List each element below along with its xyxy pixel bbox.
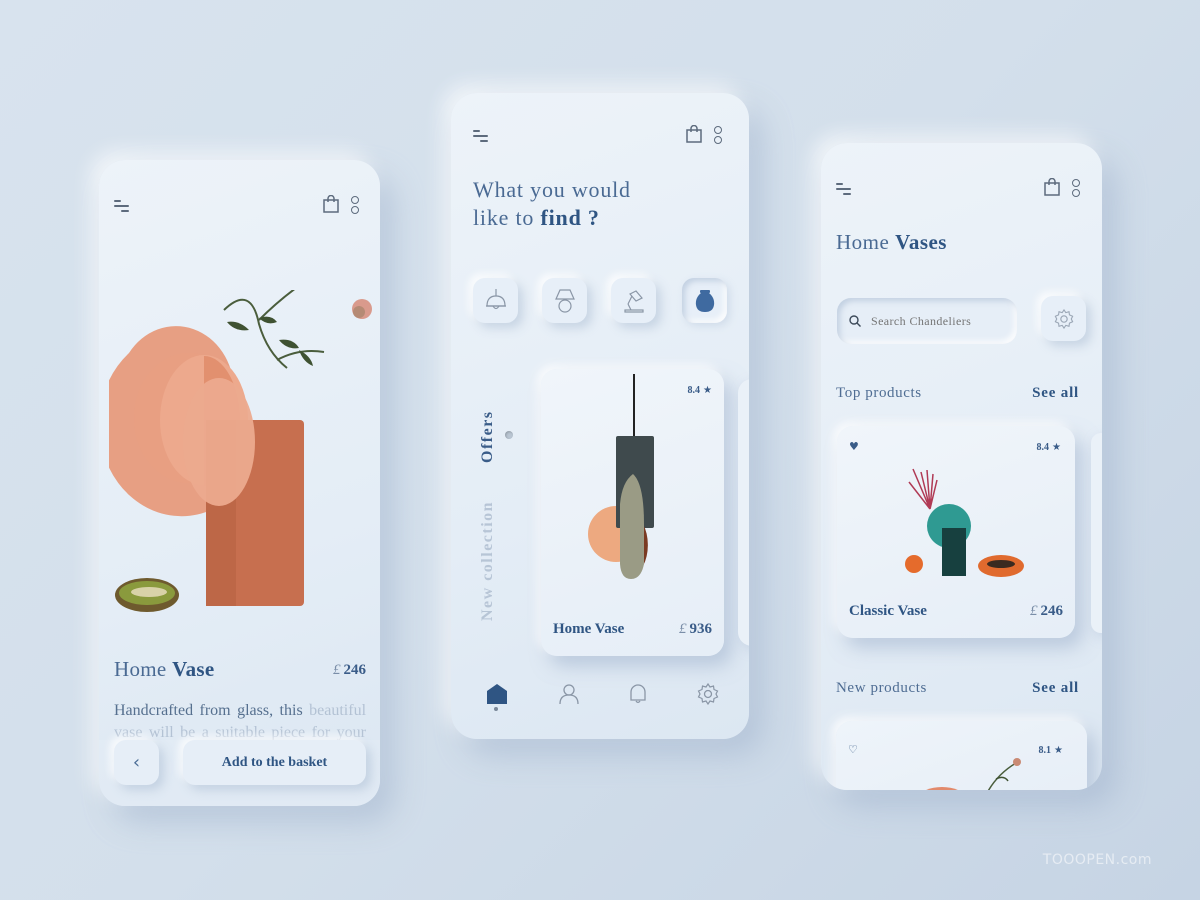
rating: 8.1 ★ <box>1039 745 1063 756</box>
currency-symbol: £ <box>333 662 341 678</box>
product-image-new-vase <box>926 758 1021 790</box>
shopping-bag-icon[interactable] <box>323 195 339 213</box>
rating: 8.4 ★ <box>688 385 712 396</box>
product-title-bold: Vase <box>172 657 215 681</box>
bell-icon[interactable] <box>627 683 649 705</box>
more-options-icon[interactable] <box>351 196 359 214</box>
product-image-classic-vase <box>905 468 1024 577</box>
heading-line-2-bold: find ? <box>540 205 600 230</box>
more-options-icon[interactable] <box>1072 179 1080 197</box>
rating-value: 8.1 <box>1038 745 1052 756</box>
table-lamp-icon <box>554 288 575 313</box>
product-price: £246 <box>1030 603 1063 620</box>
category-table-lamp[interactable] <box>542 278 587 323</box>
product-title-light: Home <box>114 657 167 681</box>
rating-value: 8.4 <box>687 385 701 396</box>
product-price: £246 <box>333 662 366 679</box>
new-products-see-all-link[interactable]: See all <box>1032 680 1079 697</box>
search-field[interactable] <box>837 298 1017 344</box>
top-product-card[interactable]: ♥ 8.4 ★ Classic Vase £246 <box>837 426 1075 638</box>
product-name: Classic Vase <box>849 603 927 619</box>
new-products-label: New products <box>836 680 927 696</box>
rating-value: 8.4 <box>1036 442 1050 453</box>
gear-icon <box>1054 308 1073 329</box>
currency-symbol: £ <box>1030 603 1038 619</box>
new-product-card[interactable]: ♡ 8.1 ★ <box>836 721 1087 790</box>
star-icon: ★ <box>1052 442 1061 453</box>
product-price: £936 <box>679 621 712 638</box>
browse-screen: What you would like to find ? Offers New… <box>451 93 749 739</box>
back-button[interactable]: ‹ <box>114 740 159 785</box>
page-title: Home Vases <box>836 230 947 255</box>
heart-outline-icon[interactable]: ♡ <box>848 743 858 756</box>
tab-offers[interactable]: Offers <box>479 410 497 463</box>
page-title-light: Home <box>836 230 890 254</box>
description-visible: Handcrafted from glass, this <box>114 702 303 719</box>
price-value: 246 <box>343 662 367 678</box>
product-image-pendant <box>588 374 654 579</box>
price-value: 936 <box>689 621 713 637</box>
top-products-see-all-link[interactable]: See all <box>1032 385 1079 402</box>
product-list-screen: Home Vases Top products See all ♥ 8.4★ C… <box>821 143 1102 790</box>
bottom-navigation <box>451 669 749 739</box>
category-desk-lamp[interactable] <box>611 278 656 323</box>
user-icon[interactable] <box>558 683 580 705</box>
product-name: Home Vase <box>553 621 625 637</box>
add-to-basket-label: Add to the basket <box>221 754 328 770</box>
page-title-bold: Vases <box>895 230 947 254</box>
shopping-bag-icon[interactable] <box>686 125 702 143</box>
heading-line-2: like to find ? <box>473 204 631 232</box>
rating: 8.4 ★ <box>1037 442 1061 453</box>
menu-icon[interactable] <box>473 130 491 144</box>
top-products-label: Top products <box>836 385 922 401</box>
vase-icon <box>695 289 714 312</box>
watermark: TOOOPEN.com <box>1042 852 1152 868</box>
gear-icon[interactable] <box>697 683 719 705</box>
active-tab-indicator <box>505 431 513 439</box>
more-options-icon[interactable] <box>714 126 722 144</box>
category-pendant-lamp[interactable] <box>473 278 518 323</box>
chevron-left-icon: ‹ <box>132 752 141 773</box>
search-input[interactable] <box>871 313 1001 329</box>
star-icon: ★ <box>1054 745 1063 756</box>
next-product-card-peek[interactable] <box>1091 433 1102 633</box>
add-to-basket-button[interactable]: Add to the basket <box>183 740 366 785</box>
product-detail-screen: Home Vase £246 Handcrafted from glass, t… <box>99 160 380 806</box>
active-nav-indicator <box>494 707 498 711</box>
pendant-lamp-icon <box>485 288 506 309</box>
star-icon: ★ <box>703 385 712 396</box>
product-image-vase <box>109 290 372 612</box>
menu-icon[interactable] <box>836 183 854 197</box>
filter-settings-button[interactable] <box>1041 296 1086 341</box>
heading-line-2-light: like to <box>473 205 535 230</box>
desk-lamp-icon <box>623 289 644 313</box>
tab-new-collection[interactable]: New collection <box>479 501 497 621</box>
shopping-bag-icon[interactable] <box>1044 178 1060 196</box>
price-value: 246 <box>1040 603 1064 619</box>
search-icon <box>849 315 861 327</box>
currency-symbol: £ <box>679 621 687 637</box>
home-icon[interactable] <box>486 683 508 705</box>
menu-icon[interactable] <box>114 200 132 214</box>
heading-line-1: What you would <box>473 177 631 202</box>
heart-filled-icon[interactable]: ♥ <box>849 440 859 453</box>
next-offer-card-peek[interactable] <box>738 379 749 646</box>
page-heading: What you would like to find ? <box>473 176 631 232</box>
category-vase[interactable] <box>682 278 727 323</box>
offer-product-card[interactable]: 8.4 ★ Home Vase £936 <box>541 369 724 656</box>
product-title: Home Vase <box>114 657 215 682</box>
